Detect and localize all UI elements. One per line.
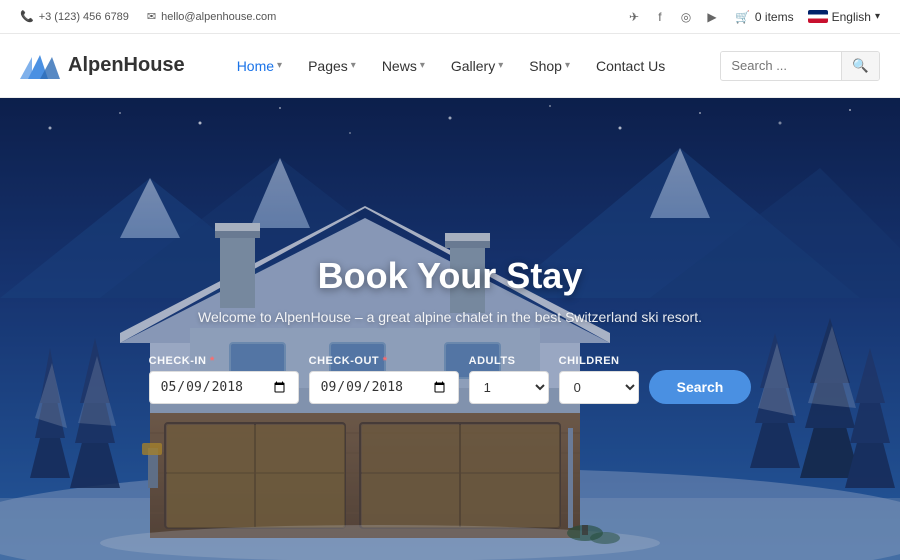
- email-contact[interactable]: ✉ hello@alpenhouse.com: [147, 10, 276, 23]
- instagram-icon[interactable]: ◎: [677, 8, 695, 26]
- top-bar-left: 📞 +3 (123) 456 6789 ✉ hello@alpenhouse.c…: [20, 10, 276, 23]
- adults-select[interactable]: 1 2 3 4: [469, 371, 549, 404]
- language-label: English: [832, 10, 871, 24]
- adults-group: ADULTS 1 2 3 4: [469, 355, 549, 404]
- cart-count: 0 items: [755, 10, 794, 24]
- top-bar: 📞 +3 (123) 456 6789 ✉ hello@alpenhouse.c…: [0, 0, 900, 34]
- nav-pages[interactable]: Pages ▾: [296, 50, 368, 82]
- search-input[interactable]: [721, 52, 841, 79]
- flag-icon: [808, 10, 828, 23]
- hero-title: Book Your Stay: [149, 255, 752, 297]
- logo-icon: [20, 49, 60, 83]
- email-icon: ✉: [147, 10, 156, 23]
- search-button[interactable]: 🔍: [841, 52, 879, 80]
- children-group: CHILDREN 0 1 2 3: [559, 355, 639, 404]
- checkin-input[interactable]: [149, 371, 299, 404]
- nav-home[interactable]: Home ▾: [225, 50, 294, 82]
- phone-number: +3 (123) 456 6789: [39, 11, 129, 23]
- chevron-down-icon: ▾: [875, 11, 880, 22]
- checkout-group: CHECK-OUT *: [309, 355, 459, 404]
- facebook-icon[interactable]: f: [651, 8, 669, 26]
- hero-section: Book Your Stay Welcome to AlpenHouse – a…: [0, 98, 900, 560]
- nav-shop[interactable]: Shop ▾: [517, 50, 582, 82]
- children-label: CHILDREN: [559, 355, 639, 367]
- hero-subtitle: Welcome to AlpenHouse – a great alpine c…: [149, 309, 752, 325]
- nav-news[interactable]: News ▾: [370, 50, 437, 82]
- nav-gallery[interactable]: Gallery ▾: [439, 50, 515, 82]
- nav-contact-us[interactable]: Contact Us: [584, 50, 677, 82]
- language-selector[interactable]: English ▾: [808, 10, 880, 24]
- checkout-input[interactable]: [309, 371, 459, 404]
- children-select[interactable]: 0 1 2 3: [559, 371, 639, 404]
- chevron-down-icon: ▾: [277, 60, 282, 71]
- youtube-icon[interactable]: ▶: [703, 8, 721, 26]
- hero-content: Book Your Stay Welcome to AlpenHouse – a…: [129, 255, 772, 404]
- social-icons: ✈ f ◎ ▶: [625, 8, 721, 26]
- logo-text: AlpenHouse: [68, 54, 185, 77]
- checkin-label: CHECK-IN *: [149, 355, 299, 367]
- booking-form: CHECK-IN * CHECK-OUT * ADULTS 1 2 3 4: [149, 355, 752, 404]
- search-area: 🔍: [720, 51, 880, 81]
- logo[interactable]: AlpenHouse: [20, 49, 185, 83]
- nav-links: Home ▾ Pages ▾ News ▾ Gallery ▾ Shop ▾ C…: [225, 50, 711, 82]
- email-address: hello@alpenhouse.com: [161, 11, 276, 23]
- top-bar-right: ✈ f ◎ ▶ 🛒 0 items English ▾: [625, 8, 880, 26]
- chevron-down-icon: ▾: [565, 60, 570, 71]
- tripadvisor-icon[interactable]: ✈: [625, 8, 643, 26]
- cart-area[interactable]: 🛒 0 items: [735, 10, 794, 24]
- chevron-down-icon: ▾: [351, 60, 356, 71]
- adults-label: ADULTS: [469, 355, 549, 367]
- cart-icon: 🛒: [735, 10, 750, 24]
- chevron-down-icon: ▾: [498, 60, 503, 71]
- phone-icon: 📞: [20, 10, 34, 23]
- search-book-button[interactable]: Search: [649, 370, 752, 404]
- checkout-label: CHECK-OUT *: [309, 355, 459, 367]
- phone-contact[interactable]: 📞 +3 (123) 456 6789: [20, 10, 129, 23]
- checkin-group: CHECK-IN *: [149, 355, 299, 404]
- chevron-down-icon: ▾: [420, 60, 425, 71]
- main-navigation: AlpenHouse Home ▾ Pages ▾ News ▾ Gallery…: [0, 34, 900, 98]
